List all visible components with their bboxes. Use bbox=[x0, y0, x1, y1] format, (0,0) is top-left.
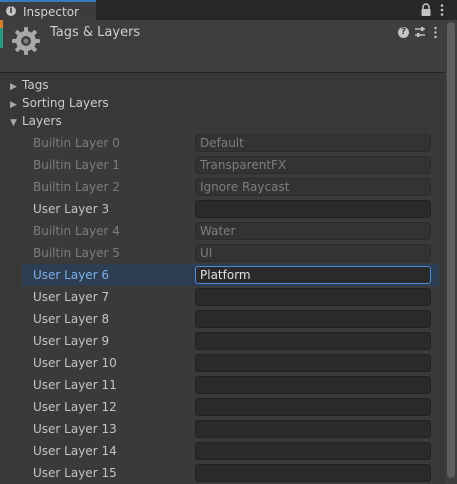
layer-label: User Layer 12 bbox=[33, 400, 117, 414]
layer-row: Builtin Layer 5 UI bbox=[22, 242, 439, 264]
layer-name-field: TransparentFX bbox=[195, 156, 431, 174]
help-icon[interactable]: ? bbox=[398, 27, 409, 38]
layer-row-selected: User Layer 6 Platform bbox=[22, 264, 439, 286]
layer-name-field: UI bbox=[195, 244, 431, 262]
layer-name-field[interactable]: Platform bbox=[195, 266, 431, 284]
layer-name-field: Ignore Raycast bbox=[195, 178, 431, 196]
layer-name-field[interactable] bbox=[195, 442, 431, 460]
layer-row: User Layer 8 bbox=[22, 308, 439, 330]
foldout-label: Layers bbox=[22, 114, 62, 128]
layer-name-field[interactable] bbox=[195, 354, 431, 372]
gear-icon bbox=[12, 27, 40, 55]
foldout-arrow-icon: ▼ bbox=[10, 118, 17, 128]
layer-label: User Layer 8 bbox=[33, 312, 110, 326]
layer-name-field[interactable] bbox=[195, 420, 431, 438]
layer-label: User Layer 11 bbox=[33, 378, 117, 392]
lock-icon[interactable] bbox=[420, 3, 432, 17]
layer-label: User Layer 14 bbox=[33, 444, 117, 458]
layer-name-field[interactable] bbox=[195, 332, 431, 350]
layer-row: User Layer 9 bbox=[22, 330, 439, 352]
window-edge-accent bbox=[0, 20, 3, 28]
info-icon: i bbox=[6, 6, 16, 16]
layer-row: User Layer 3 bbox=[22, 198, 439, 220]
layer-name-field[interactable] bbox=[195, 398, 431, 416]
layer-name-field[interactable] bbox=[195, 288, 431, 306]
layer-name-field: Default bbox=[195, 134, 431, 152]
layer-label: User Layer 7 bbox=[33, 290, 110, 304]
layer-label: User Layer 15 bbox=[33, 466, 117, 480]
layer-row: User Layer 11 bbox=[22, 374, 439, 396]
foldout-layers[interactable]: ▼ Layers bbox=[10, 112, 62, 130]
tab-inspector[interactable]: i Inspector bbox=[0, 0, 96, 20]
foldout-sorting-layers[interactable]: ▶ Sorting Layers bbox=[10, 94, 109, 112]
layer-row: User Layer 13 bbox=[22, 418, 439, 440]
layer-name-field[interactable] bbox=[195, 310, 431, 328]
layer-label: Builtin Layer 2 bbox=[33, 180, 120, 194]
layer-row: Builtin Layer 2 Ignore Raycast bbox=[22, 176, 439, 198]
foldout-label: Sorting Layers bbox=[22, 96, 109, 110]
layer-name-field[interactable] bbox=[195, 464, 431, 482]
layer-label: Builtin Layer 4 bbox=[33, 224, 120, 238]
layer-label: User Layer 3 bbox=[33, 202, 110, 216]
scrollbar-thumb[interactable] bbox=[447, 22, 455, 478]
layer-label: Builtin Layer 0 bbox=[33, 136, 120, 150]
kebab-menu-icon[interactable] bbox=[439, 3, 445, 17]
layer-label: User Layer 6 bbox=[33, 268, 110, 282]
layer-name-field[interactable] bbox=[195, 200, 431, 218]
layer-row: User Layer 7 bbox=[22, 286, 439, 308]
layer-row: Builtin Layer 1 TransparentFX bbox=[22, 154, 439, 176]
layer-row: User Layer 15 bbox=[22, 462, 439, 484]
layer-label: Builtin Layer 5 bbox=[33, 246, 120, 260]
layer-row: User Layer 12 bbox=[22, 396, 439, 418]
preset-icon[interactable] bbox=[414, 26, 426, 38]
layer-name-field: Water bbox=[195, 222, 431, 240]
kebab-menu-icon[interactable] bbox=[433, 26, 438, 39]
layer-row: Builtin Layer 4 Water bbox=[22, 220, 439, 242]
tab-label: Inspector bbox=[23, 5, 79, 19]
foldout-label: Tags bbox=[22, 78, 49, 92]
layer-label: User Layer 13 bbox=[33, 422, 117, 436]
layer-row: User Layer 14 bbox=[22, 440, 439, 462]
layer-row: Builtin Layer 0 Default bbox=[22, 132, 439, 154]
layer-label: User Layer 10 bbox=[33, 356, 117, 370]
foldout-tags[interactable]: ▶ Tags bbox=[10, 76, 49, 94]
layer-row: User Layer 10 bbox=[22, 352, 439, 374]
layer-label: Builtin Layer 1 bbox=[33, 158, 120, 172]
layer-name-field[interactable] bbox=[195, 376, 431, 394]
layer-label: User Layer 9 bbox=[33, 334, 110, 348]
component-title: Tags & Layers bbox=[50, 25, 141, 40]
